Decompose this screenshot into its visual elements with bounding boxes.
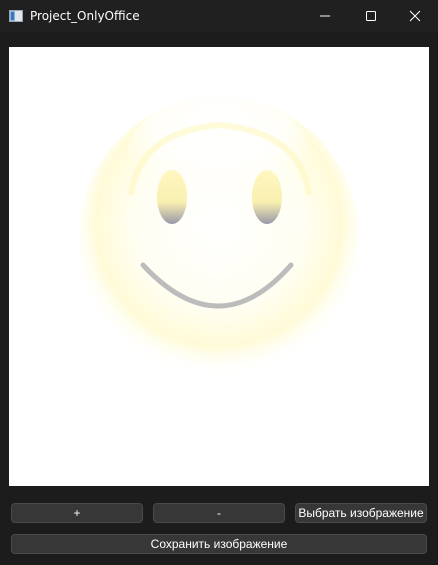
image-view[interactable] bbox=[9, 47, 429, 486]
zoom-in-button[interactable]: + bbox=[11, 503, 143, 523]
app-window: Project_OnlyOffice + - Выбрать изображен… bbox=[0, 0, 438, 565]
title-bar[interactable]: Project_OnlyOffice bbox=[0, 0, 438, 32]
close-icon bbox=[409, 10, 421, 22]
choose-image-button[interactable]: Выбрать изображение bbox=[295, 503, 427, 523]
smiley-face-image bbox=[79, 97, 359, 377]
maximize-button[interactable] bbox=[348, 0, 394, 32]
app-icon bbox=[9, 10, 23, 22]
save-image-button[interactable]: Сохранить изображение bbox=[11, 534, 427, 554]
maximize-icon bbox=[366, 11, 376, 21]
minimize-icon bbox=[320, 15, 330, 17]
close-button[interactable] bbox=[392, 0, 438, 32]
window-title: Project_OnlyOffice bbox=[30, 9, 140, 23]
zoom-out-button[interactable]: - bbox=[153, 503, 285, 523]
minimize-button[interactable] bbox=[302, 0, 348, 32]
